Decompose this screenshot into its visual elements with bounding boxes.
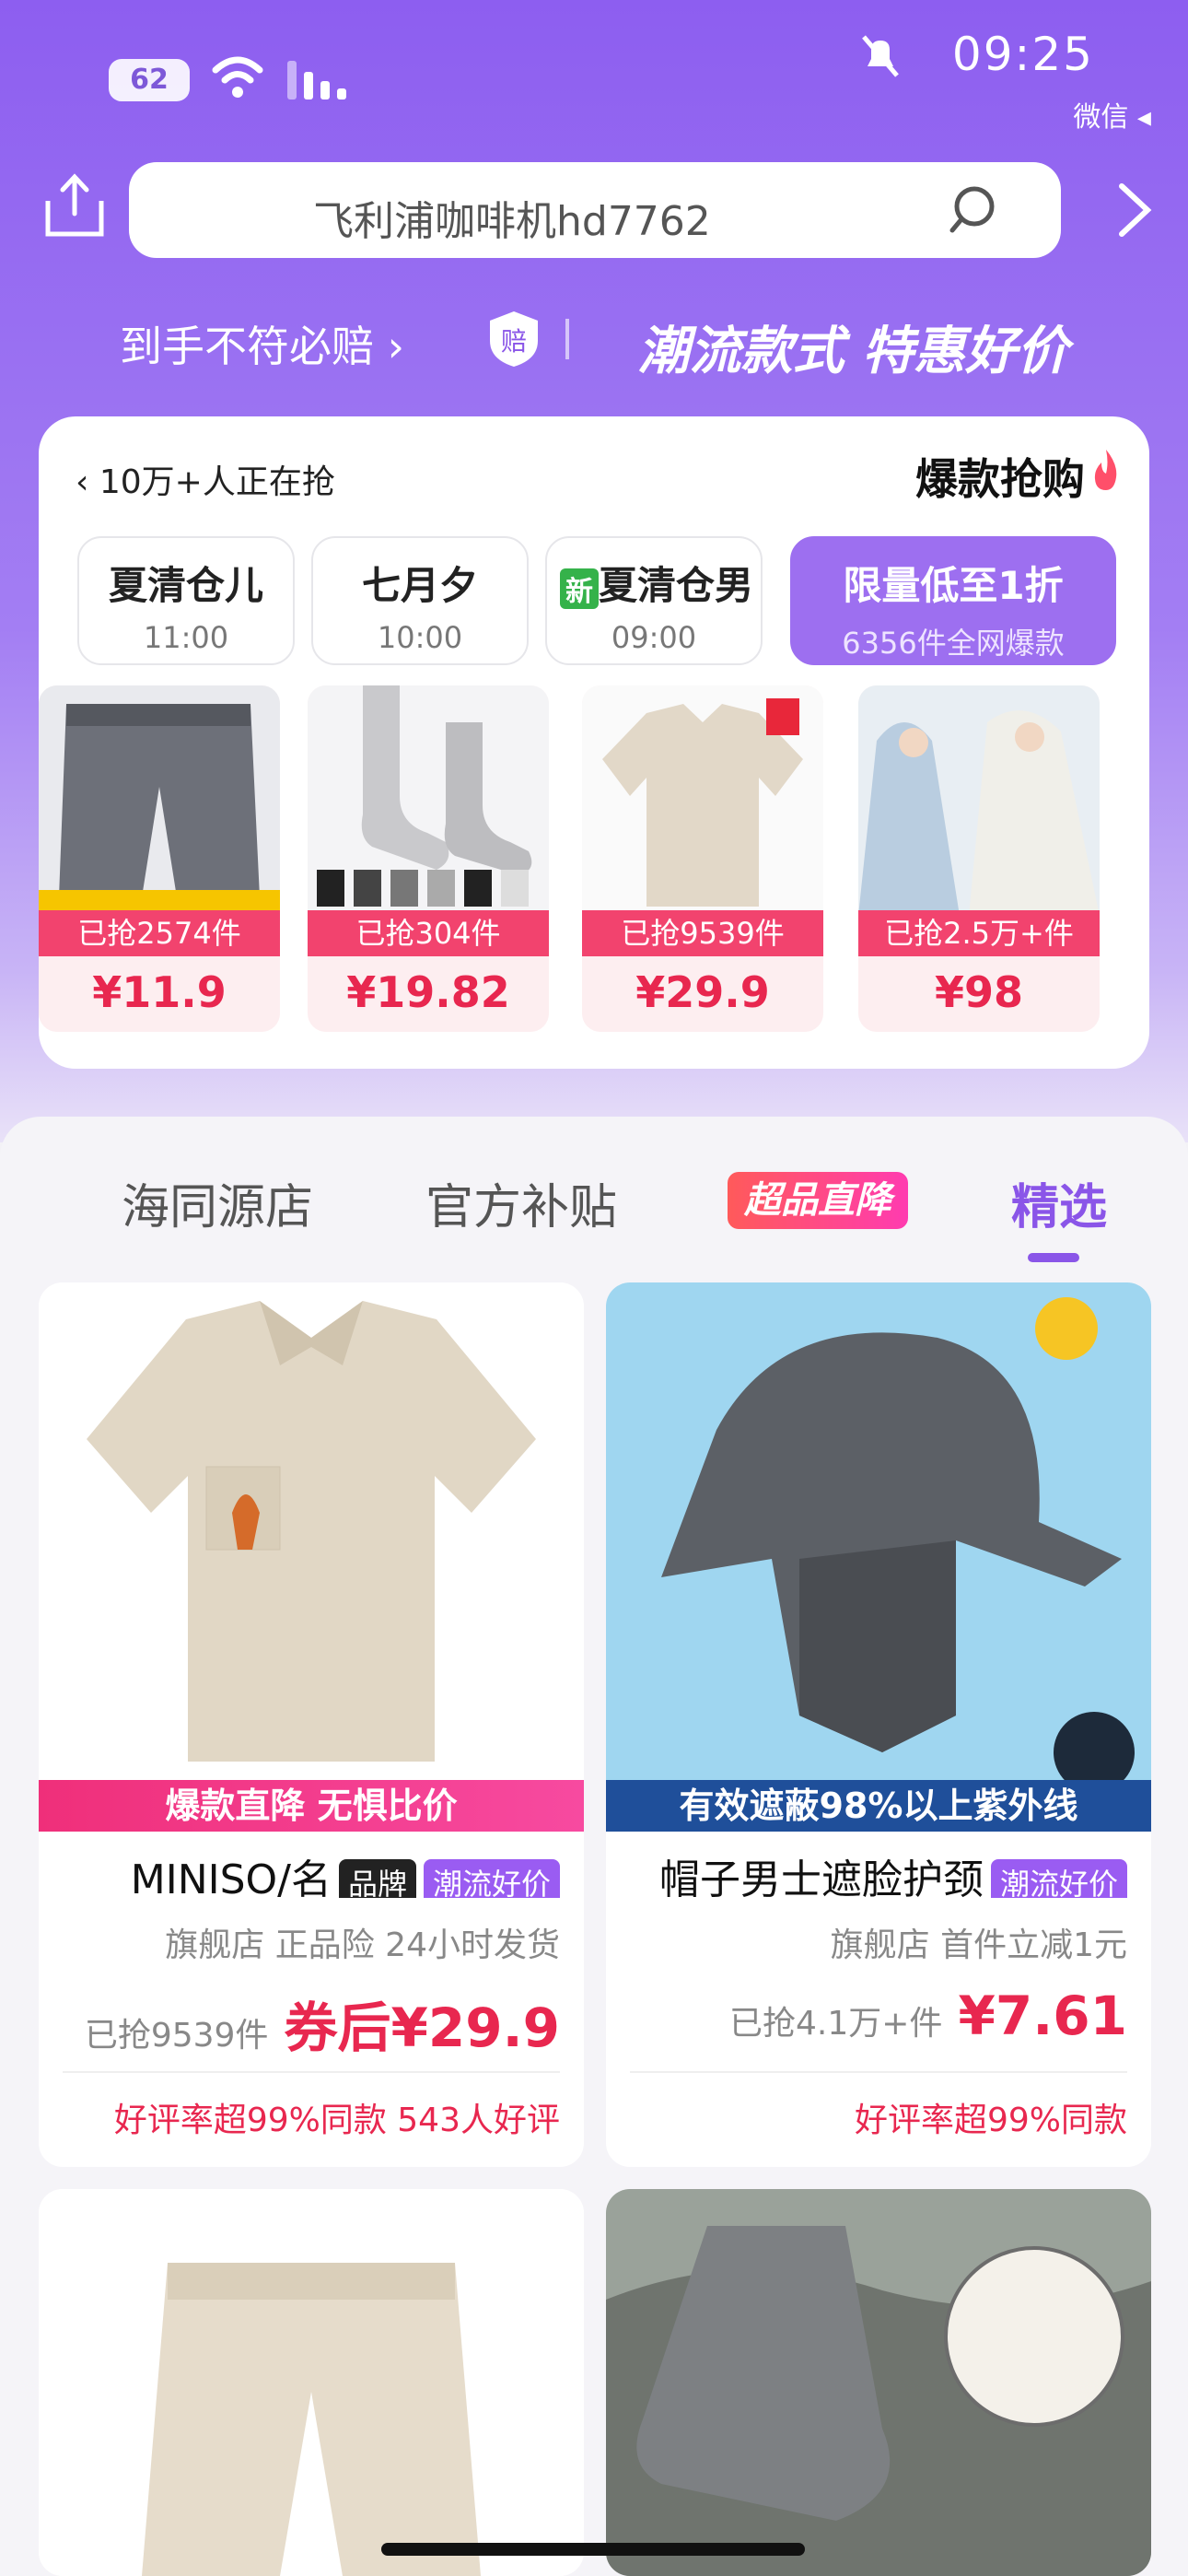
flash-product-2[interactable]: 已抢9539件 ¥29.9: [582, 685, 823, 1032]
sold-count: 已抢4.1万+件: [729, 2005, 943, 2043]
flash-sale-title: 爆款抢购: [915, 454, 1085, 504]
shield-badge-icon: 赔: [490, 311, 538, 367]
fire-icon: [1094, 450, 1117, 490]
rating-text: 好评率超99%同款: [854, 2102, 1127, 2139]
flash-product-4[interactable]: 已抢2574件 ¥11.9: [39, 685, 280, 1032]
time-tab-label: 夏清仓儿: [108, 563, 263, 608]
search-icon: [949, 186, 995, 233]
flash-product-row: 已抢2574件 ¥11.9 已抢304件 ¥19.82 已抢9539件 ¥29.…: [39, 685, 1149, 1036]
active-tab-indicator: [1028, 1253, 1079, 1262]
tab-super-discount[interactable]: 超品直降: [728, 1172, 908, 1229]
product-card-hat[interactable]: 有效遮蔽98%以上紫外线 帽子男士遮脸护颈 潮流好价 旗舰店 首件立减1元 已抢4…: [606, 1282, 1151, 2167]
banner-slogan: 潮流款式 特惠好价: [637, 322, 1069, 381]
time-tab-label-text: 夏清仓男: [598, 563, 753, 608]
price-row: 已抢4.1万+件 ¥7.61: [630, 1985, 1127, 2049]
trend-tag: 潮流好价: [423, 1859, 560, 1898]
time-tab-label: 新夏清仓男: [547, 555, 761, 611]
share-icon[interactable]: [44, 173, 105, 238]
product-title: 帽子男士遮脸护颈 潮流好价: [630, 1846, 1127, 1898]
product-caption: 有效遮蔽98%以上紫外线: [606, 1780, 1151, 1832]
shorts-image: [39, 2189, 584, 2576]
product-sold-count: 已抢2574件: [39, 910, 280, 956]
divider: [63, 2071, 560, 2073]
tab-official-subsidy[interactable]: 官方补贴: [425, 1168, 617, 1237]
banner-guarantee-text: 到手不符必赔 ›: [120, 322, 405, 371]
chevron-right-icon[interactable]: [1114, 181, 1155, 240]
back-to-app-link[interactable]: 微信 ◂: [1073, 94, 1151, 135]
divider: [630, 2071, 1127, 2073]
product-caption: 爆款直降 无惧比价: [39, 1780, 584, 1832]
product-card-shorts[interactable]: [39, 2189, 584, 2576]
home-indicator[interactable]: [381, 2543, 805, 2556]
product-feed: 海同源店 官方补贴 超品直降 精选 有效遮蔽98%以上紫外线 帽子男士遮脸护颈潮…: [0, 1117, 1188, 2576]
product-price: 券后¥29.9: [284, 1996, 560, 2059]
flash-sale-card: ‹ 10万+人正在抢 爆款抢购 夏清仓儿 11:00 七月夕 10:00 新夏清…: [39, 416, 1149, 1069]
tab-overseas-store[interactable]: 海同源店: [122, 1168, 313, 1237]
product-price: ¥19.82: [346, 967, 510, 1017]
product-subtitle: 旗舰店 首件立减1元: [830, 1926, 1127, 1964]
sun-hat-image: [606, 1282, 1151, 1826]
mute-bell-icon: [862, 35, 899, 77]
time-tab-sub: 11:00: [143, 620, 229, 655]
rating-text: 好评率超99%同款 543人好评: [113, 2102, 560, 2139]
sold-count: 已抢9539件: [84, 2017, 269, 2055]
search-query-text: 飞利浦咖啡机hd7762: [313, 198, 711, 245]
product-title-text: MINISO/名: [130, 1856, 332, 1898]
product-subtitle: 旗舰店 正品险 24小时发货: [165, 1926, 560, 1964]
time-tab-3[interactable]: 七月夕 10:00: [311, 536, 529, 665]
product-sold-count: 已抢2.5万+件: [858, 910, 1100, 956]
flash-more-link[interactable]: ‹ 10万+人正在抢: [76, 455, 335, 503]
flash-product-3[interactable]: 已抢304件 ¥19.82: [308, 685, 549, 1032]
product-price: ¥98: [934, 967, 1024, 1017]
svg-text:赔: 赔: [501, 326, 527, 357]
shirt-image: [582, 685, 823, 916]
status-time: 09:25: [951, 28, 1094, 81]
time-tab-2[interactable]: 新夏清仓男 09:00: [545, 536, 763, 665]
shorts-image: [39, 685, 280, 916]
time-tab-4[interactable]: 夏清仓儿 11:00: [77, 536, 295, 665]
status-bar: 62 09:25 微信 ◂: [0, 0, 1188, 166]
cellular-signal-icon: [287, 61, 346, 100]
product-price: ¥7.61: [958, 1985, 1127, 2047]
product-sold-count: 已抢9539件: [582, 910, 823, 956]
trend-tag: 潮流好价: [990, 1859, 1127, 1898]
product-title: MINISO/名 品牌 潮流好价: [63, 1846, 560, 1898]
tab-featured[interactable]: 精选: [1011, 1168, 1107, 1237]
socks-image: [606, 2189, 1151, 2576]
time-tab-label: 限量低至1折: [843, 563, 1064, 608]
product-card-socks[interactable]: [606, 2189, 1151, 2576]
flash-product-1[interactable]: 已抢2.5万+件 ¥98: [858, 685, 1100, 1032]
sun-jacket-image: [858, 685, 1100, 916]
battery-icon: 62: [109, 59, 190, 101]
banner-divider: [565, 319, 569, 359]
product-sold-count: 已抢304件: [308, 910, 549, 956]
product-price: ¥11.9: [92, 967, 227, 1017]
time-tab-sub: 6356件全网爆款: [842, 626, 1065, 661]
product-card-shirt[interactable]: 爆款直降 无惧比价 MINISO/名 品牌 潮流好价 旗舰店 正品险 24小时发货 …: [39, 1282, 584, 2167]
search-box[interactable]: 飞利浦咖啡机hd7762: [129, 162, 1061, 258]
new-tag: 新: [559, 568, 599, 609]
promo-banner[interactable]: 到手不符必赔 › 赔 潮流款式 特惠好价: [120, 310, 1068, 381]
price-row: 已抢9539件 券后¥29.9: [63, 1985, 560, 2059]
time-tab-sub: 10:00: [377, 620, 463, 655]
time-slot-tabs: 夏清仓儿 11:00 七月夕 10:00 新夏清仓男 09:00 限量低至1折 …: [77, 536, 1116, 665]
product-title-text: 帽子男士遮脸护颈: [658, 1856, 984, 1898]
time-tab-sub: 09:00: [611, 620, 697, 655]
product-price: ¥29.9: [635, 967, 770, 1017]
time-tab-1-active[interactable]: 限量低至1折 6356件全网爆款: [790, 536, 1116, 665]
shirt-image: [39, 1282, 584, 1826]
brand-tag: 品牌: [338, 1859, 416, 1898]
feed-tabs: 海同源店 官方补贴 超品直降 精选: [0, 1117, 1188, 1282]
wifi-icon: [212, 56, 263, 98]
socks-image: [308, 685, 549, 916]
time-tab-label: 七月夕: [361, 563, 478, 608]
